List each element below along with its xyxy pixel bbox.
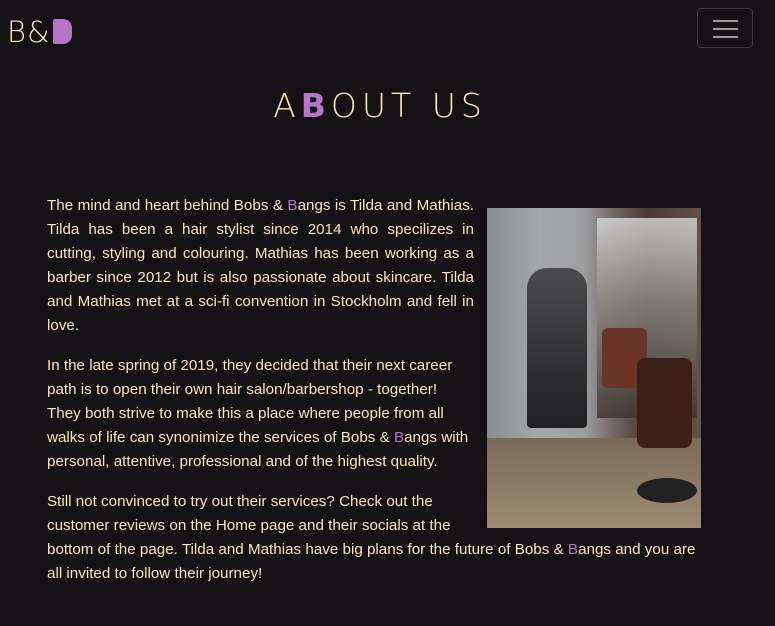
brand-b-mark (52, 19, 72, 44)
navbar-toggle-button[interactable] (697, 8, 753, 48)
brand-text: B& (7, 15, 51, 49)
title-accent-letter: B (300, 86, 331, 125)
page-title: ABOUT US (273, 86, 487, 125)
navbar: B& (0, 0, 775, 62)
about-content: The mind and heart behind Bobs & Bangs i… (47, 194, 703, 602)
brand-logo[interactable]: B& (7, 14, 72, 50)
salon-photo (487, 208, 701, 528)
hamburger-menu-icon (713, 20, 738, 44)
